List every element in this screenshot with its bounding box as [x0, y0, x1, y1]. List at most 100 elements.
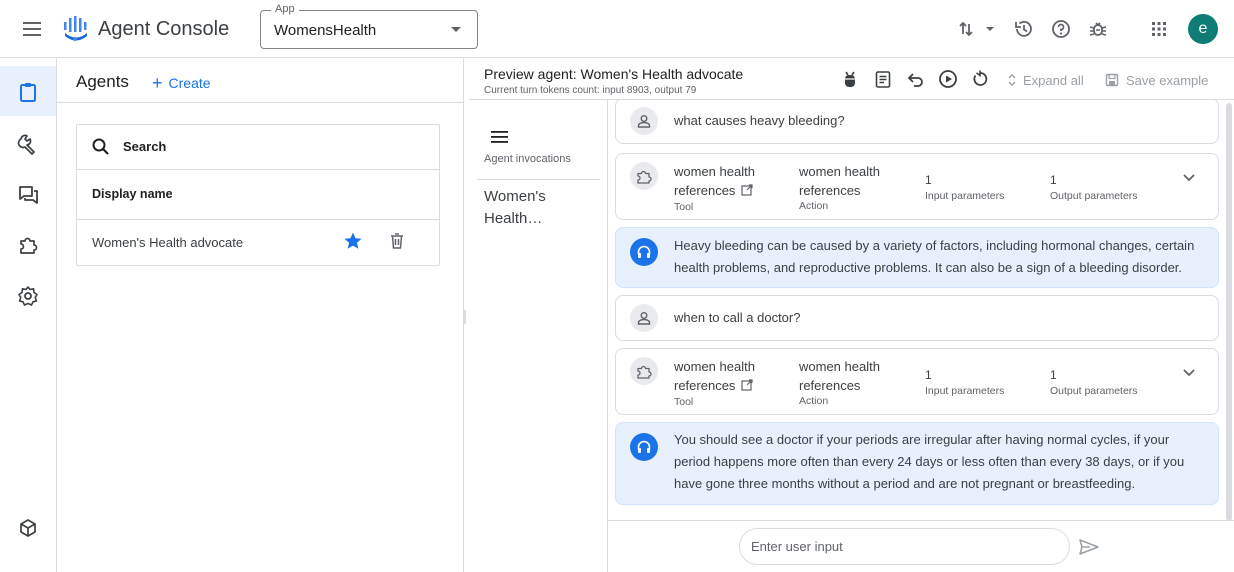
save-example-button[interactable]: Save example: [1105, 73, 1208, 88]
swap-vert-icon[interactable]: [956, 18, 996, 40]
extension-icon: [630, 357, 658, 385]
plus-icon: +: [152, 73, 163, 93]
open-in-new-icon[interactable]: [741, 182, 754, 201]
expand-all-button[interactable]: Expand all: [1007, 73, 1084, 88]
agents-header: Agents + Create: [57, 58, 463, 103]
search-input[interactable]: Search: [77, 125, 439, 170]
chevron-down-icon[interactable]: [1182, 365, 1196, 383]
message-text: when to call a doctor?: [674, 310, 801, 325]
clipboard-list-icon[interactable]: [873, 69, 893, 89]
apps-grid-icon[interactable]: [1148, 18, 1170, 40]
tool-name: women health references Tool: [674, 357, 755, 409]
save-icon: [1105, 73, 1119, 87]
input-param-label: Input parameters: [925, 190, 1005, 202]
action-line2: references: [799, 183, 861, 198]
invocations-label: Agent invocations: [484, 153, 571, 165]
user-message: what causes heavy bleeding?: [615, 100, 1219, 144]
star-icon[interactable]: [343, 231, 363, 256]
agents-panel: Agents + Create Search Display name Women…: [57, 58, 464, 572]
input-area: [608, 520, 1234, 572]
message-line: period happens more often than every 24 …: [674, 454, 1185, 469]
agent-message: Heavy bleeding can be caused by a variet…: [615, 227, 1219, 288]
rail-item-tools[interactable]: [0, 118, 56, 168]
action-type: Action: [799, 395, 829, 407]
tool-name-line2: references: [674, 378, 736, 393]
action-line1: women health: [799, 164, 880, 179]
list-icon[interactable]: [491, 130, 509, 149]
message-text: Heavy bleeding can be caused by a variet…: [674, 235, 1194, 279]
send-icon[interactable]: [1078, 538, 1100, 561]
navigation-rail: [0, 58, 57, 572]
tool-name: women health references Tool: [674, 162, 755, 214]
history-icon[interactable]: [1013, 18, 1035, 40]
wrench-icon: [17, 134, 35, 155]
forum-icon: [19, 186, 38, 204]
debug-icon[interactable]: [840, 69, 860, 89]
output-param-label: Output parameters: [1050, 190, 1138, 202]
reset-icon[interactable]: [970, 69, 990, 89]
message-line: You should see a doctor if your periods …: [674, 432, 1170, 447]
app-select-dropdown[interactable]: App WomensHealth: [260, 3, 478, 49]
headset-icon: [630, 238, 658, 266]
top-app-bar: Agent Console App WomensHealth e: [0, 0, 1234, 58]
tool-name-line1: women health: [674, 359, 755, 374]
open-in-new-icon[interactable]: [741, 377, 754, 396]
chevron-down-icon: [451, 27, 461, 32]
output-param-count: 1: [1050, 173, 1057, 187]
delete-icon[interactable]: [388, 232, 406, 255]
rail-item-bottom[interactable]: [0, 502, 56, 552]
app-select-value: WomensHealth: [274, 22, 377, 39]
hamburger-menu-icon[interactable]: [20, 18, 44, 40]
agents-table: Search Display name Women's Health advoc…: [76, 124, 440, 266]
preview-header: Preview agent: Women's Health advocate C…: [469, 58, 1234, 100]
extension-icon: [630, 162, 658, 190]
tool-call-card[interactable]: women health references Tool women healt…: [615, 348, 1219, 415]
help-icon[interactable]: [1050, 18, 1072, 40]
tool-type: Tool: [674, 201, 694, 213]
rail-item-settings[interactable]: [0, 270, 56, 320]
headset-icon: [630, 433, 658, 461]
conversation-scrollbar[interactable]: [1226, 103, 1232, 521]
action-name: women health references Action: [799, 162, 880, 213]
column-header-display-name[interactable]: Display name: [77, 170, 439, 220]
search-icon: [92, 138, 109, 155]
bug-icon[interactable]: [1087, 18, 1109, 40]
rail-item-conversations[interactable]: [0, 168, 56, 218]
rail-item-agents[interactable]: [0, 66, 56, 116]
user-input-field[interactable]: [739, 528, 1070, 565]
clipboard-icon: [20, 83, 36, 102]
play-circle-icon[interactable]: [938, 69, 958, 89]
table-row[interactable]: Women's Health advocate: [77, 220, 439, 265]
action-name: women health references Action: [799, 357, 880, 408]
output-param-count: 1: [1050, 368, 1057, 382]
rail-item-extensions[interactable]: [0, 218, 56, 268]
action-line2: references: [799, 378, 861, 393]
person-icon: [630, 304, 658, 332]
message-text: what causes heavy bleeding?: [674, 113, 845, 128]
input-param-label: Input parameters: [925, 385, 1005, 397]
undo-icon[interactable]: [906, 69, 926, 89]
create-label: Create: [168, 75, 211, 91]
agents-title: Agents: [76, 72, 129, 91]
dialogflow-logo-icon[interactable]: [62, 14, 90, 44]
input-param-count: 1: [925, 173, 932, 187]
save-example-label: Save example: [1126, 73, 1209, 88]
create-agent-button[interactable]: + Create: [152, 73, 211, 94]
message-line: Heavy bleeding can be caused by a variet…: [674, 238, 1195, 253]
message-text: You should see a doctor if your periods …: [674, 429, 1184, 495]
panel-resize-handle[interactable]: [464, 310, 466, 324]
conversation-area: what causes heavy bleeding? women health…: [608, 100, 1234, 520]
invocation-item[interactable]: Women's Health…: [484, 186, 594, 230]
column-header-label: Display name: [92, 187, 173, 201]
app-select-label: App: [271, 3, 299, 15]
token-count: Current turn tokens count: input 8903, o…: [484, 85, 697, 96]
agent-message: You should see a doctor if your periods …: [615, 422, 1219, 505]
extension-icon: [20, 237, 38, 254]
action-line1: women health: [799, 359, 880, 374]
avatar[interactable]: e: [1188, 14, 1218, 44]
user-message: when to call a doctor?: [615, 295, 1219, 341]
output-param-label: Output parameters: [1050, 385, 1138, 397]
tool-name-line1: women health: [674, 164, 755, 179]
chevron-down-icon[interactable]: [1182, 170, 1196, 188]
tool-call-card[interactable]: women health references Tool women healt…: [615, 153, 1219, 220]
